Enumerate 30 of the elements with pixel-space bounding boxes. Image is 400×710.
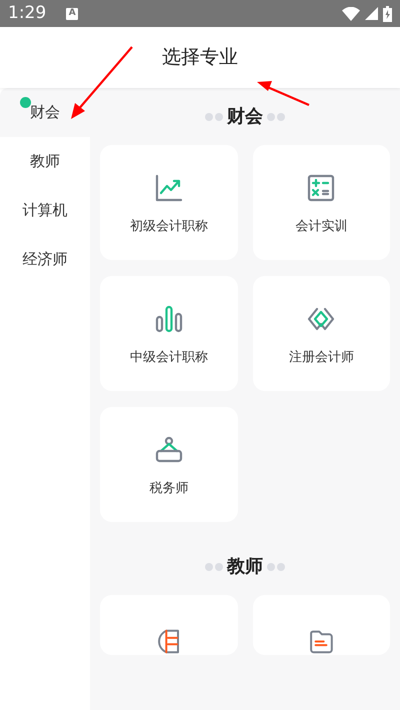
- course-card[interactable]: 会计实训: [252, 145, 390, 260]
- line-chart-icon: [154, 173, 184, 203]
- dots-decoration-icon: [267, 112, 285, 120]
- hanging-sign-icon: [154, 435, 184, 465]
- dots-decoration-icon: [205, 562, 223, 570]
- bar-chart-icon: [154, 304, 184, 334]
- course-label: 会计实训: [295, 218, 348, 236]
- dots-decoration-icon: [205, 112, 223, 120]
- course-card[interactable]: 税务师: [100, 407, 238, 522]
- page-title: 选择专业: [162, 45, 238, 70]
- notification-icon: A: [66, 8, 78, 20]
- course-card[interactable]: 初级会计职称: [100, 145, 238, 260]
- battery-icon: [383, 6, 392, 22]
- wifi-icon: [342, 6, 360, 20]
- course-card[interactable]: 注册会计师: [252, 276, 390, 391]
- course-card[interactable]: [100, 595, 238, 655]
- signal-icon: [365, 7, 378, 20]
- course-label: 中级会计职称: [130, 349, 208, 367]
- calculator-icon: [306, 173, 336, 203]
- course-card[interactable]: [252, 595, 390, 655]
- section-title: 财会: [227, 105, 263, 129]
- annotation-arrow: [256, 80, 310, 106]
- dots-decoration-icon: [267, 562, 285, 570]
- course-label: 税务师: [149, 480, 188, 498]
- course-card[interactable]: 中级会计职称: [100, 276, 238, 391]
- status-time: 1:29: [8, 2, 46, 25]
- course-label: 初级会计职称: [130, 218, 208, 236]
- course-label: 注册会计师: [288, 349, 354, 367]
- section-title: 教师: [227, 555, 263, 579]
- category-tab[interactable]: 财会: [0, 88, 90, 137]
